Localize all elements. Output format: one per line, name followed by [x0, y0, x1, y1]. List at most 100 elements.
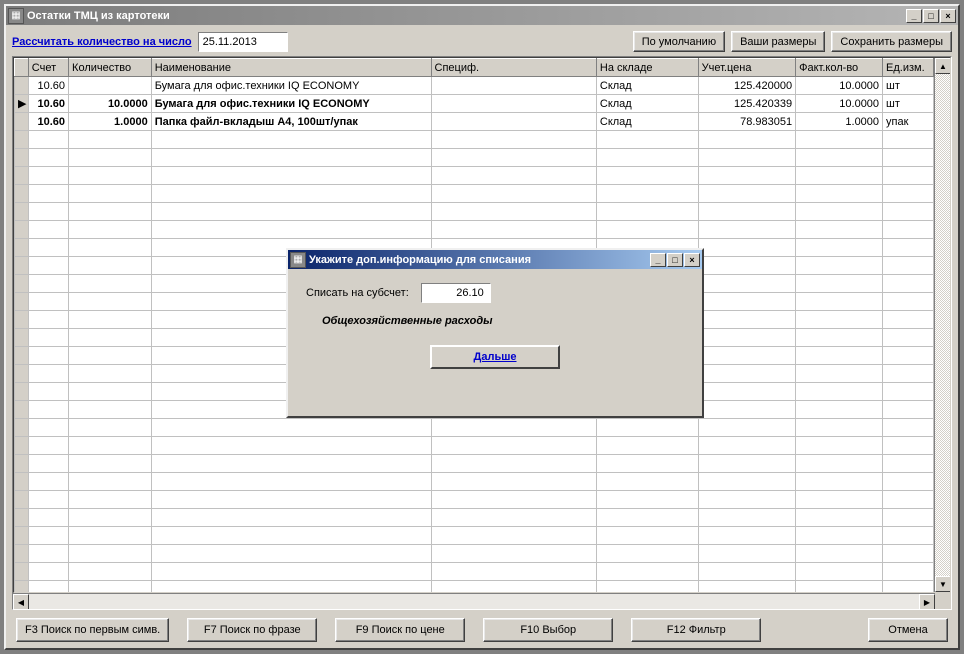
cell[interactable] [69, 275, 152, 293]
cell[interactable] [28, 401, 68, 419]
cell[interactable]: 10.60 [28, 77, 68, 95]
cell[interactable] [796, 545, 883, 563]
cell[interactable] [69, 167, 152, 185]
cell[interactable]: 1.0000 [796, 113, 883, 131]
cell[interactable]: шт [883, 95, 934, 113]
cell[interactable] [69, 581, 152, 593]
table-row[interactable]: 10.601.0000Папка файл-вкладыш А4, 100шт/… [15, 113, 934, 131]
cell[interactable] [796, 455, 883, 473]
cell[interactable] [596, 491, 698, 509]
cell[interactable] [28, 419, 68, 437]
col-price[interactable]: Учет.цена [698, 59, 796, 77]
table-row[interactable] [15, 419, 934, 437]
cell[interactable] [796, 221, 883, 239]
cell[interactable] [28, 275, 68, 293]
cell[interactable] [431, 437, 596, 455]
scroll-track-h[interactable] [29, 594, 919, 609]
f12-filter-button[interactable]: F12 Фильтр [631, 618, 761, 642]
cell[interactable] [596, 437, 698, 455]
cell[interactable] [151, 149, 431, 167]
table-row[interactable] [15, 149, 934, 167]
cell[interactable] [883, 329, 934, 347]
cell[interactable] [69, 239, 152, 257]
table-row[interactable]: 10.60Бумага для офис.техники IQ ECONOMYС… [15, 77, 934, 95]
cell[interactable] [596, 545, 698, 563]
cell[interactable] [28, 185, 68, 203]
scroll-right-icon[interactable]: ▶ [919, 594, 935, 610]
cell[interactable] [698, 419, 796, 437]
cell[interactable] [698, 563, 796, 581]
cell[interactable] [151, 545, 431, 563]
cell[interactable] [69, 257, 152, 275]
cell[interactable] [28, 293, 68, 311]
cell[interactable] [698, 203, 796, 221]
cell[interactable] [596, 581, 698, 593]
cell[interactable] [796, 437, 883, 455]
cell[interactable]: Склад [596, 113, 698, 131]
cell[interactable] [69, 311, 152, 329]
cell[interactable] [883, 203, 934, 221]
cell[interactable] [796, 311, 883, 329]
cell[interactable] [883, 401, 934, 419]
cell[interactable] [883, 293, 934, 311]
cell[interactable] [596, 419, 698, 437]
cell[interactable] [69, 365, 152, 383]
cell[interactable] [151, 509, 431, 527]
cell[interactable] [796, 257, 883, 275]
cell[interactable] [69, 347, 152, 365]
cell[interactable]: 10.60 [28, 113, 68, 131]
cell[interactable] [596, 221, 698, 239]
cell[interactable] [796, 149, 883, 167]
f7-search-phrase-button[interactable]: F7 Поиск по фразе [187, 618, 317, 642]
cell[interactable] [883, 437, 934, 455]
cell[interactable] [151, 527, 431, 545]
cell[interactable] [151, 491, 431, 509]
cell[interactable] [28, 383, 68, 401]
cell[interactable] [596, 203, 698, 221]
table-row[interactable] [15, 455, 934, 473]
cell[interactable] [69, 563, 152, 581]
cell[interactable]: Склад [596, 77, 698, 95]
cell[interactable] [698, 527, 796, 545]
table-row[interactable] [15, 563, 934, 581]
cell[interactable] [883, 311, 934, 329]
cell[interactable] [883, 545, 934, 563]
cell[interactable]: 78.983051 [698, 113, 796, 131]
table-row[interactable] [15, 527, 934, 545]
cell[interactable] [151, 437, 431, 455]
cell[interactable] [151, 221, 431, 239]
cell[interactable] [151, 455, 431, 473]
cell[interactable] [69, 419, 152, 437]
cell[interactable] [796, 293, 883, 311]
scroll-down-icon[interactable]: ▼ [935, 576, 951, 592]
cell[interactable] [431, 491, 596, 509]
cell[interactable] [796, 563, 883, 581]
cell[interactable] [69, 509, 152, 527]
cell[interactable] [431, 455, 596, 473]
cell[interactable]: 1.0000 [69, 113, 152, 131]
cell[interactable]: 10.0000 [796, 95, 883, 113]
cell[interactable] [28, 365, 68, 383]
cell[interactable] [883, 131, 934, 149]
your-sizes-button[interactable]: Ваши размеры [731, 31, 825, 52]
cell[interactable]: Бумага для офис.техники IQ ECONOMY [151, 95, 431, 113]
cell[interactable] [698, 131, 796, 149]
cell[interactable] [69, 203, 152, 221]
cell[interactable] [431, 77, 596, 95]
defaults-button[interactable]: По умолчанию [633, 31, 725, 52]
table-row[interactable]: ▶10.6010.0000Бумага для офис.техники IQ … [15, 95, 934, 113]
cell[interactable] [69, 491, 152, 509]
cell[interactable] [883, 257, 934, 275]
cell[interactable] [69, 545, 152, 563]
cell[interactable] [69, 77, 152, 95]
cell[interactable] [698, 437, 796, 455]
cell[interactable] [698, 149, 796, 167]
cell[interactable] [28, 545, 68, 563]
cell[interactable]: 10.0000 [796, 77, 883, 95]
cell[interactable] [796, 131, 883, 149]
cell[interactable]: 10.0000 [69, 95, 152, 113]
cell[interactable] [698, 221, 796, 239]
cell[interactable] [883, 221, 934, 239]
cell[interactable] [69, 437, 152, 455]
cell[interactable] [883, 383, 934, 401]
